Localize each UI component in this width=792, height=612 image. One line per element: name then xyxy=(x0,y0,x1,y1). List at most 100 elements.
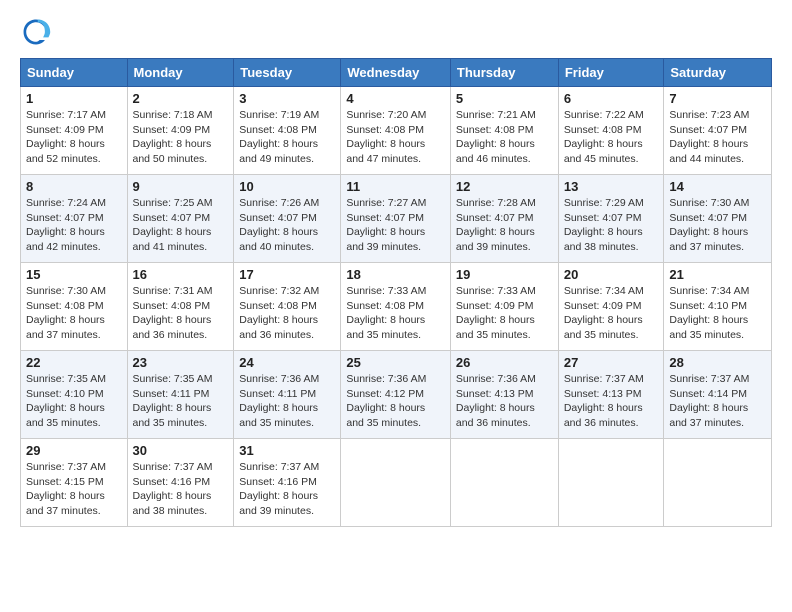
calendar-cell: 28 Sunrise: 7:37 AMSunset: 4:14 PMDaylig… xyxy=(664,351,772,439)
day-detail: Sunrise: 7:22 AMSunset: 4:08 PMDaylight:… xyxy=(564,109,644,165)
calendar-cell: 19 Sunrise: 7:33 AMSunset: 4:09 PMDaylig… xyxy=(450,263,558,351)
day-number: 15 xyxy=(26,267,122,282)
day-number: 7 xyxy=(669,91,766,106)
logo-icon xyxy=(20,16,52,48)
day-number: 19 xyxy=(456,267,553,282)
day-detail: Sunrise: 7:20 AMSunset: 4:08 PMDaylight:… xyxy=(346,109,426,165)
calendar-cell: 5 Sunrise: 7:21 AMSunset: 4:08 PMDayligh… xyxy=(450,87,558,175)
calendar-cell: 25 Sunrise: 7:36 AMSunset: 4:12 PMDaylig… xyxy=(341,351,451,439)
calendar-cell: 21 Sunrise: 7:34 AMSunset: 4:10 PMDaylig… xyxy=(664,263,772,351)
calendar-cell: 10 Sunrise: 7:26 AMSunset: 4:07 PMDaylig… xyxy=(234,175,341,263)
day-number: 3 xyxy=(239,91,335,106)
day-detail: Sunrise: 7:36 AMSunset: 4:12 PMDaylight:… xyxy=(346,373,426,429)
calendar-cell: 31 Sunrise: 7:37 AMSunset: 4:16 PMDaylig… xyxy=(234,439,341,527)
day-number: 11 xyxy=(346,179,445,194)
day-number: 20 xyxy=(564,267,659,282)
day-detail: Sunrise: 7:19 AMSunset: 4:08 PMDaylight:… xyxy=(239,109,319,165)
calendar-week-row: 1 Sunrise: 7:17 AMSunset: 4:09 PMDayligh… xyxy=(21,87,772,175)
calendar-cell: 13 Sunrise: 7:29 AMSunset: 4:07 PMDaylig… xyxy=(558,175,664,263)
calendar-cell: 26 Sunrise: 7:36 AMSunset: 4:13 PMDaylig… xyxy=(450,351,558,439)
day-number: 18 xyxy=(346,267,445,282)
day-detail: Sunrise: 7:32 AMSunset: 4:08 PMDaylight:… xyxy=(239,285,319,341)
day-detail: Sunrise: 7:21 AMSunset: 4:08 PMDaylight:… xyxy=(456,109,536,165)
calendar-cell: 27 Sunrise: 7:37 AMSunset: 4:13 PMDaylig… xyxy=(558,351,664,439)
day-number: 30 xyxy=(133,443,229,458)
calendar-header-row: SundayMondayTuesdayWednesdayThursdayFrid… xyxy=(21,59,772,87)
calendar-cell: 3 Sunrise: 7:19 AMSunset: 4:08 PMDayligh… xyxy=(234,87,341,175)
calendar-cell: 30 Sunrise: 7:37 AMSunset: 4:16 PMDaylig… xyxy=(127,439,234,527)
weekday-header-sunday: Sunday xyxy=(21,59,128,87)
day-number: 8 xyxy=(26,179,122,194)
day-number: 9 xyxy=(133,179,229,194)
calendar-cell: 7 Sunrise: 7:23 AMSunset: 4:07 PMDayligh… xyxy=(664,87,772,175)
day-number: 10 xyxy=(239,179,335,194)
logo xyxy=(20,16,56,48)
day-number: 1 xyxy=(26,91,122,106)
day-detail: Sunrise: 7:37 AMSunset: 4:15 PMDaylight:… xyxy=(26,461,106,517)
day-detail: Sunrise: 7:33 AMSunset: 4:08 PMDaylight:… xyxy=(346,285,426,341)
calendar-cell: 23 Sunrise: 7:35 AMSunset: 4:11 PMDaylig… xyxy=(127,351,234,439)
day-detail: Sunrise: 7:17 AMSunset: 4:09 PMDaylight:… xyxy=(26,109,106,165)
calendar-cell: 12 Sunrise: 7:28 AMSunset: 4:07 PMDaylig… xyxy=(450,175,558,263)
calendar-cell: 16 Sunrise: 7:31 AMSunset: 4:08 PMDaylig… xyxy=(127,263,234,351)
day-number: 31 xyxy=(239,443,335,458)
calendar-cell: 17 Sunrise: 7:32 AMSunset: 4:08 PMDaylig… xyxy=(234,263,341,351)
calendar-cell: 2 Sunrise: 7:18 AMSunset: 4:09 PMDayligh… xyxy=(127,87,234,175)
day-detail: Sunrise: 7:37 AMSunset: 4:13 PMDaylight:… xyxy=(564,373,644,429)
weekday-header-tuesday: Tuesday xyxy=(234,59,341,87)
calendar-cell: 18 Sunrise: 7:33 AMSunset: 4:08 PMDaylig… xyxy=(341,263,451,351)
day-detail: Sunrise: 7:33 AMSunset: 4:09 PMDaylight:… xyxy=(456,285,536,341)
day-number: 14 xyxy=(669,179,766,194)
day-detail: Sunrise: 7:36 AMSunset: 4:11 PMDaylight:… xyxy=(239,373,319,429)
day-number: 13 xyxy=(564,179,659,194)
calendar-page: SundayMondayTuesdayWednesdayThursdayFrid… xyxy=(0,0,792,612)
calendar-table: SundayMondayTuesdayWednesdayThursdayFrid… xyxy=(20,58,772,527)
day-number: 12 xyxy=(456,179,553,194)
day-detail: Sunrise: 7:35 AMSunset: 4:10 PMDaylight:… xyxy=(26,373,106,429)
day-detail: Sunrise: 7:35 AMSunset: 4:11 PMDaylight:… xyxy=(133,373,213,429)
calendar-cell: 4 Sunrise: 7:20 AMSunset: 4:08 PMDayligh… xyxy=(341,87,451,175)
calendar-cell: 15 Sunrise: 7:30 AMSunset: 4:08 PMDaylig… xyxy=(21,263,128,351)
day-number: 17 xyxy=(239,267,335,282)
weekday-header-friday: Friday xyxy=(558,59,664,87)
day-detail: Sunrise: 7:29 AMSunset: 4:07 PMDaylight:… xyxy=(564,197,644,253)
day-detail: Sunrise: 7:37 AMSunset: 4:16 PMDaylight:… xyxy=(239,461,319,517)
weekday-header-saturday: Saturday xyxy=(664,59,772,87)
page-header xyxy=(20,16,772,48)
day-detail: Sunrise: 7:27 AMSunset: 4:07 PMDaylight:… xyxy=(346,197,426,253)
day-number: 23 xyxy=(133,355,229,370)
day-number: 6 xyxy=(564,91,659,106)
calendar-cell: 29 Sunrise: 7:37 AMSunset: 4:15 PMDaylig… xyxy=(21,439,128,527)
day-detail: Sunrise: 7:36 AMSunset: 4:13 PMDaylight:… xyxy=(456,373,536,429)
day-detail: Sunrise: 7:24 AMSunset: 4:07 PMDaylight:… xyxy=(26,197,106,253)
day-number: 24 xyxy=(239,355,335,370)
calendar-cell: 20 Sunrise: 7:34 AMSunset: 4:09 PMDaylig… xyxy=(558,263,664,351)
calendar-cell xyxy=(664,439,772,527)
day-detail: Sunrise: 7:28 AMSunset: 4:07 PMDaylight:… xyxy=(456,197,536,253)
day-detail: Sunrise: 7:18 AMSunset: 4:09 PMDaylight:… xyxy=(133,109,213,165)
day-detail: Sunrise: 7:26 AMSunset: 4:07 PMDaylight:… xyxy=(239,197,319,253)
day-number: 22 xyxy=(26,355,122,370)
day-detail: Sunrise: 7:34 AMSunset: 4:09 PMDaylight:… xyxy=(564,285,644,341)
calendar-cell: 11 Sunrise: 7:27 AMSunset: 4:07 PMDaylig… xyxy=(341,175,451,263)
day-number: 29 xyxy=(26,443,122,458)
calendar-cell: 1 Sunrise: 7:17 AMSunset: 4:09 PMDayligh… xyxy=(21,87,128,175)
day-detail: Sunrise: 7:31 AMSunset: 4:08 PMDaylight:… xyxy=(133,285,213,341)
day-detail: Sunrise: 7:23 AMSunset: 4:07 PMDaylight:… xyxy=(669,109,749,165)
day-detail: Sunrise: 7:34 AMSunset: 4:10 PMDaylight:… xyxy=(669,285,749,341)
calendar-cell xyxy=(558,439,664,527)
calendar-cell: 9 Sunrise: 7:25 AMSunset: 4:07 PMDayligh… xyxy=(127,175,234,263)
weekday-header-wednesday: Wednesday xyxy=(341,59,451,87)
day-number: 2 xyxy=(133,91,229,106)
calendar-week-row: 22 Sunrise: 7:35 AMSunset: 4:10 PMDaylig… xyxy=(21,351,772,439)
day-detail: Sunrise: 7:37 AMSunset: 4:14 PMDaylight:… xyxy=(669,373,749,429)
calendar-week-row: 29 Sunrise: 7:37 AMSunset: 4:15 PMDaylig… xyxy=(21,439,772,527)
day-number: 27 xyxy=(564,355,659,370)
calendar-cell: 22 Sunrise: 7:35 AMSunset: 4:10 PMDaylig… xyxy=(21,351,128,439)
calendar-week-row: 8 Sunrise: 7:24 AMSunset: 4:07 PMDayligh… xyxy=(21,175,772,263)
day-number: 5 xyxy=(456,91,553,106)
day-detail: Sunrise: 7:25 AMSunset: 4:07 PMDaylight:… xyxy=(133,197,213,253)
calendar-cell: 14 Sunrise: 7:30 AMSunset: 4:07 PMDaylig… xyxy=(664,175,772,263)
calendar-cell: 8 Sunrise: 7:24 AMSunset: 4:07 PMDayligh… xyxy=(21,175,128,263)
day-detail: Sunrise: 7:30 AMSunset: 4:07 PMDaylight:… xyxy=(669,197,749,253)
